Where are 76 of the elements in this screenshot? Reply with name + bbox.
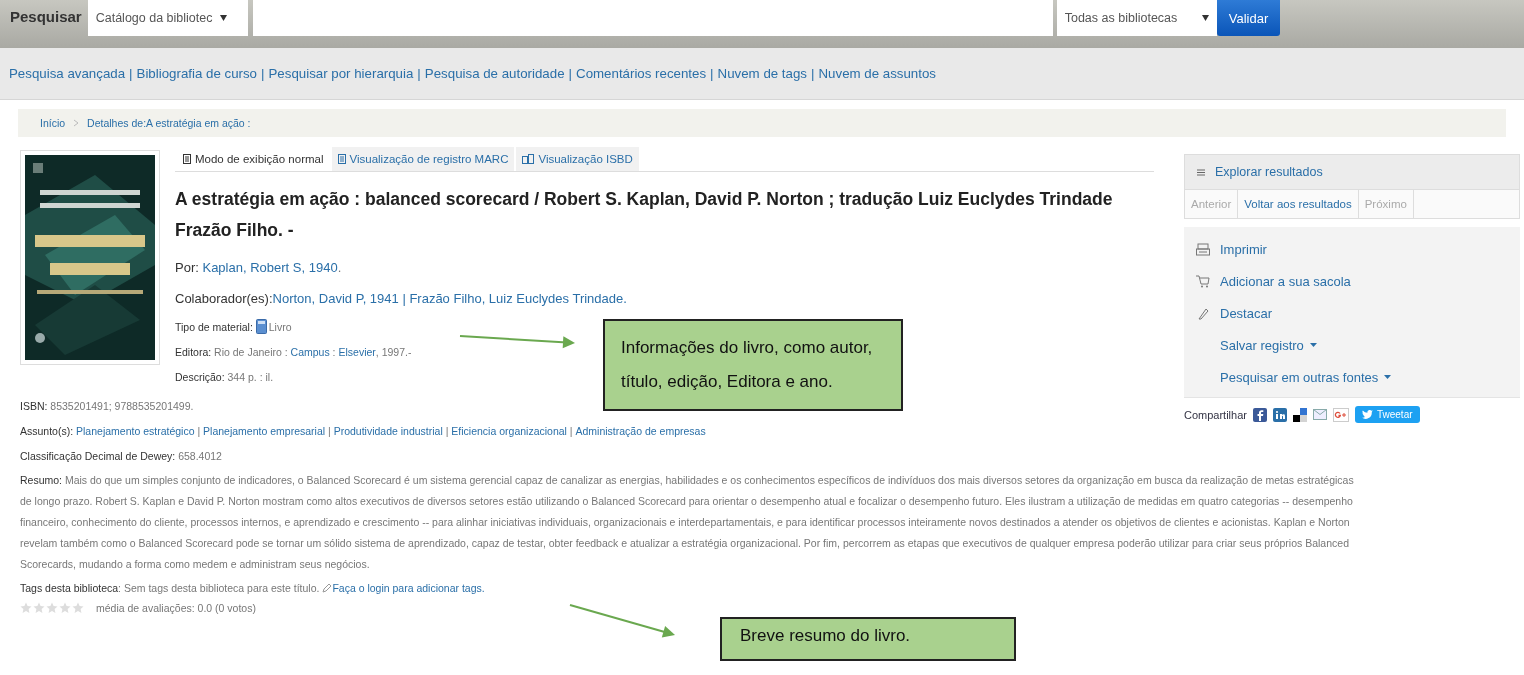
field-text: Colaborador(es):Norton, David P, 1941 | Frazão Filho, Luiz Euclydes Trindade. <box>175 290 627 308</box>
callout-box: Informações do livro, como autor, título, edição, Editora e ano. <box>603 319 903 411</box>
nav-link[interactable]: Nuvem de tags <box>717 66 807 81</box>
field-text: ISBN: 8535201491; 9788535201499. <box>20 398 194 414</box>
nav-link[interactable]: Nuvem de assuntos <box>818 66 936 81</box>
field-text: Classificação Decimal de Dewey: 658.4012 <box>20 448 222 464</box>
text-link[interactable]: Elsevier <box>338 345 376 358</box>
separator: | <box>568 66 573 81</box>
panel-title-link[interactable]: Explorar resultados <box>1215 165 1323 179</box>
star-rating[interactable] <box>20 602 84 614</box>
bird-icon <box>1361 410 1373 419</box>
linkedin-icon <box>1272 407 1287 422</box>
document-icon <box>337 154 346 164</box>
text-link[interactable]: Norton, David P, 1941 | Frazão Filho, Luiz Euclydes Trindade. <box>272 291 627 306</box>
facebook-icon <box>1252 407 1267 422</box>
submit-button[interactable]: Validar <box>1216 0 1281 36</box>
breadcrumb-link[interactable]: Início <box>40 117 66 129</box>
action-link[interactable]: Destacar <box>1220 305 1273 321</box>
pen-icon <box>1196 306 1210 320</box>
text-link[interactable]: Produtividade industrial <box>333 424 443 437</box>
callout-box: Breve resumo do livro. <box>720 617 1016 661</box>
scope-select[interactable]: Catálogo da bibliotec <box>87 0 248 36</box>
search-label: Pesquisar <box>9 7 83 25</box>
text-link[interactable]: Campus <box>290 345 330 358</box>
pencil-icon <box>322 582 333 593</box>
envelope-icon <box>1312 409 1327 420</box>
nav-link[interactable]: Pesquisa avançada <box>9 66 126 81</box>
caret-icon <box>220 15 228 21</box>
field-text: Descrição: 344 p. : il. <box>175 369 274 385</box>
field-text: Tipo de material: Livro <box>175 318 292 336</box>
share-label: Compartilhar <box>1184 408 1247 421</box>
library-select[interactable]: Todas as bibliotecas <box>1056 0 1217 36</box>
action-link[interactable]: Imprimir <box>1220 241 1267 257</box>
field-text: Assunto(s): Planejamento estratégico | Planejamento empresarial | Produtividade industrial | Eficiencia organizacional | Administração de empresas <box>20 423 706 439</box>
rating-text: média de avaliações: 0.0 (0 votos) <box>96 602 256 614</box>
caret-icon <box>1384 375 1392 379</box>
view-tab[interactable]: Visualização ISBD <box>516 147 639 171</box>
text-link[interactable]: Planejamento estratégico <box>76 424 195 437</box>
cart-icon <box>1196 274 1210 288</box>
nav-link[interactable]: Comentários recentes <box>576 66 707 81</box>
nav-link[interactable]: Bibliografia de curso <box>136 66 257 81</box>
book-icon <box>255 319 267 334</box>
search-field[interactable] <box>252 0 1053 36</box>
columns-icon <box>522 154 535 164</box>
separator: | <box>129 66 133 81</box>
field-text: Editora: Rio de Janeiro : Campus : Elsevier, 1997.- <box>175 344 412 360</box>
text-link[interactable]: Eficiencia organizacional <box>451 424 567 437</box>
nav-link[interactable]: Pesquisa de autoridade <box>424 66 565 81</box>
text-link[interactable]: Kaplan, Robert S, 1940 <box>202 260 338 275</box>
list-icon <box>1197 168 1205 176</box>
field-text: Por: Kaplan, Robert S, 1940. <box>175 259 342 277</box>
chevron-icon <box>73 119 80 127</box>
caret-icon <box>1309 343 1317 347</box>
breadcrumb-link[interactable]: Detalhes de:A estratégia em ação : <box>87 117 251 129</box>
printer-icon <box>1196 242 1210 256</box>
squares-icon <box>1292 407 1307 422</box>
dropdown-link[interactable]: Salvar registro <box>1220 337 1304 353</box>
text-link[interactable]: Planejamento empresarial <box>203 424 326 437</box>
dropdown-link[interactable]: Pesquisar em outras fontes <box>1220 369 1379 385</box>
caret-icon <box>1201 15 1209 21</box>
pager-link[interactable]: Voltar aos resultados <box>1238 190 1359 218</box>
separator: | <box>417 66 421 81</box>
separator: | <box>811 66 815 81</box>
text-link[interactable]: Administração de empresas <box>575 424 706 437</box>
document-icon <box>183 154 191 164</box>
separator: | <box>710 66 714 81</box>
tweet-button[interactable]: Tweetar <box>1354 406 1420 423</box>
nav-link[interactable]: Pesquisar por hierarquia <box>268 66 414 81</box>
separator: | <box>261 66 265 81</box>
action-link[interactable]: Adicionar a sua sacola <box>1220 273 1351 289</box>
tags-text: Tags desta biblioteca: Sem tags desta biblioteca para este título. Faça o login para adicionar tags. <box>20 580 485 596</box>
google-plus-icon <box>1332 407 1349 422</box>
book-title: A estratégia em ação : balanced scorecard / Robert S. Kaplan, David P. Norton ; tradução Luiz Euclydes Trindade Frazão Filho. - <box>175 188 1114 242</box>
login-link[interactable]: Faça o login para adicionar tags. <box>332 581 485 594</box>
field-text: Resumo: Mais do que um simples conjunto de indicadores, o Balanced Scorecard é um sistema gerencial capaz de canalizar as energias, habilidades e os conhecimentos específicos de indivíduos dos mais diversos setores da organização em busca da realização de metas estratégicas de longo prazo. Robert S. Kaplan e David P. Norton mostram como altos executivos de diversos setores estão utilizando o Balanced Scorecard para orientar o desempenho atual e focalizar o desempenho futuro. Eles ilustram a utilização de medidas em quatro categorias -- desempenho financeiro, conhecimento do cliente, processos internos, e aprendizado e crescimento -- para alinhar iniciativas individuais, organizacionais e interdepartamentais, e para identificar processos inteiramente novos destinados a atender os objetivos de clientes e acionistas. Kaplan e Norton revelam também como o Balanced Scorecard pode se tornar um sólido sistema de aprendizado, capaz de testar, obter feedback e atualizar a estratégia organizacional. Por fim, percorrem as etapas que executivos de qualquer empresa poderão utilizar para criar seus próprios Balanced Scorecards, mudando a forma como medem e administram seus negócios. <box>20 473 1355 572</box>
view-tab[interactable]: Visualização de registro MARC <box>331 147 515 171</box>
